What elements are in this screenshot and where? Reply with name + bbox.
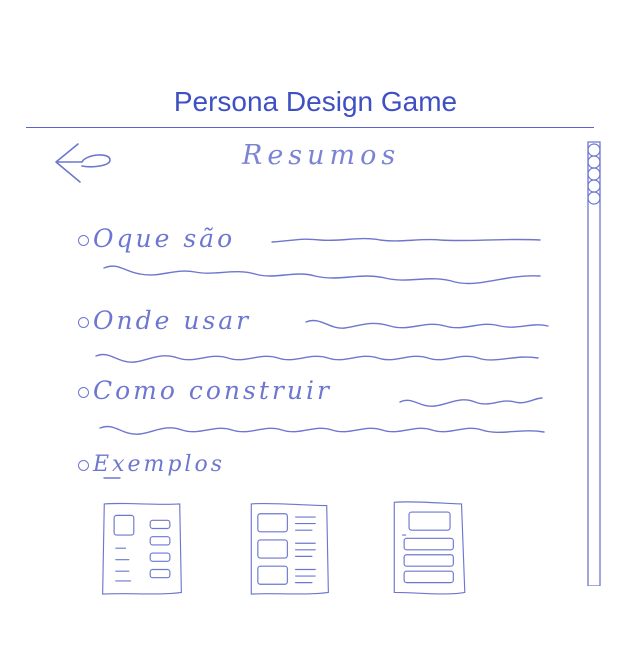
vertical-scrollbar[interactable] <box>585 140 605 586</box>
text-line <box>399 397 543 407</box>
section-como-construir[interactable]: Como construir <box>78 376 332 405</box>
text-line <box>103 265 541 285</box>
header-divider <box>26 127 594 128</box>
section-label: Onde usar <box>93 306 252 335</box>
bullet-icon <box>78 235 89 246</box>
example-card[interactable] <box>101 490 183 608</box>
text-line <box>95 353 539 363</box>
section-onde-usar[interactable]: Onde usar <box>78 306 251 335</box>
section-oque-sao[interactable]: Oque são <box>78 224 235 253</box>
screen-heading: Resumos <box>242 140 401 171</box>
text-line <box>271 237 541 243</box>
section-label: Como construir <box>93 376 332 405</box>
bullet-icon <box>78 387 89 398</box>
bullet-icon <box>78 317 89 328</box>
section-exemplos[interactable]: Exemplos <box>78 452 225 477</box>
back-arrow-icon[interactable] <box>52 140 116 186</box>
text-line <box>99 425 545 435</box>
scroll-thumb <box>587 143 601 205</box>
example-card[interactable] <box>391 490 473 608</box>
bullet-icon <box>78 459 89 471</box>
section-label: Oque são <box>93 224 236 253</box>
section-label: Exemplos <box>93 452 226 477</box>
example-card[interactable] <box>248 490 330 608</box>
text-line <box>305 319 549 329</box>
app-title: Persona Design Game <box>173 86 458 117</box>
